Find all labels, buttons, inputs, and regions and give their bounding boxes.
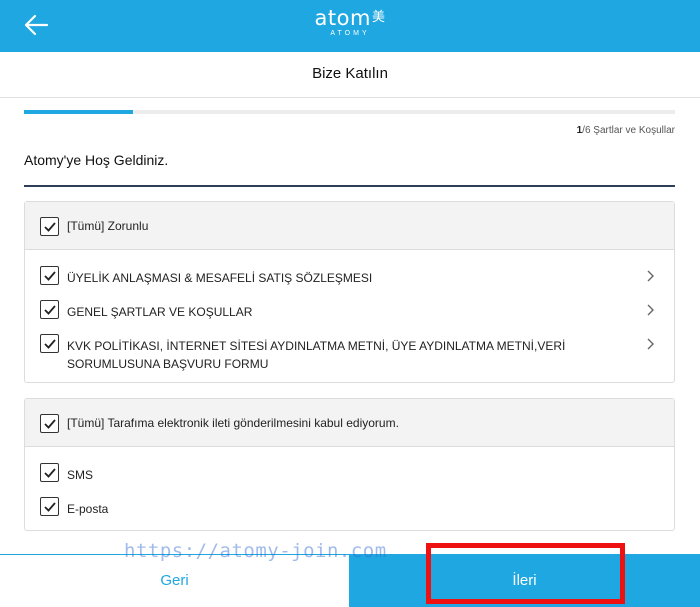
next-button[interactable]: İleri [349,554,700,607]
membership-agreement-checkbox[interactable] [40,266,59,285]
messages-all-checkbox[interactable] [40,414,59,433]
logo-text: atom [314,6,371,30]
messages-all-label: [Tümü] Tarafıma elektronik ileti gönderi… [67,416,399,430]
general-terms-checkbox[interactable] [40,300,59,319]
welcome-heading: Atomy'ye Hoş Geldiniz. [24,152,169,168]
messages-all-row[interactable]: [Tümü] Tarafıma elektronik ileti gönderi… [25,399,674,447]
step-indicator: 1/6 Şartlar ve Koşullar [577,125,675,136]
step-progress-bar [24,110,675,114]
page-title: Bize Katılın [0,52,700,98]
chevron-right-icon[interactable] [646,337,656,351]
mandatory-all-label: [Tümü] Zorunlu [67,219,149,233]
watermark-text: https://atomy-join.com [124,540,387,562]
email-checkbox[interactable] [40,497,59,516]
membership-agreement-label: ÜYELİK ANLAŞMASI & MESAFELİ SATIŞ SÖZLEŞ… [67,271,373,285]
logo-subtext: ATOMY [330,30,370,37]
step-progress-fill [24,110,133,114]
atomy-logo: atom美 ATOMY [0,7,700,37]
chevron-right-icon[interactable] [646,269,656,283]
top-bar: atom美 ATOMY [0,0,700,52]
kvk-policy-checkbox[interactable] [40,334,59,353]
general-terms-label: GENEL ŞARTLAR VE KOŞULLAR [67,305,253,319]
chevron-right-icon[interactable] [646,303,656,317]
logo-mark: 美 [371,10,386,25]
mandatory-all-checkbox[interactable] [40,217,59,236]
sms-label: SMS [67,468,94,482]
mandatory-terms-group: [Tümü] Zorunlu ÜYELİK ANLAŞMASI & MESAFE… [24,201,675,383]
electronic-messages-group: [Tümü] Tarafıma elektronik ileti gönderi… [24,398,675,531]
divider [24,185,675,187]
sms-checkbox[interactable] [40,463,59,482]
step-label: Şartlar ve Koşullar [593,125,675,136]
email-label: E-posta [67,502,109,516]
kvk-policy-label: KVK POLİTİKASI, İNTERNET SİTESİ AYDINLAT… [67,339,566,371]
mandatory-all-row[interactable]: [Tümü] Zorunlu [25,202,674,250]
step-total: /6 [582,125,591,136]
